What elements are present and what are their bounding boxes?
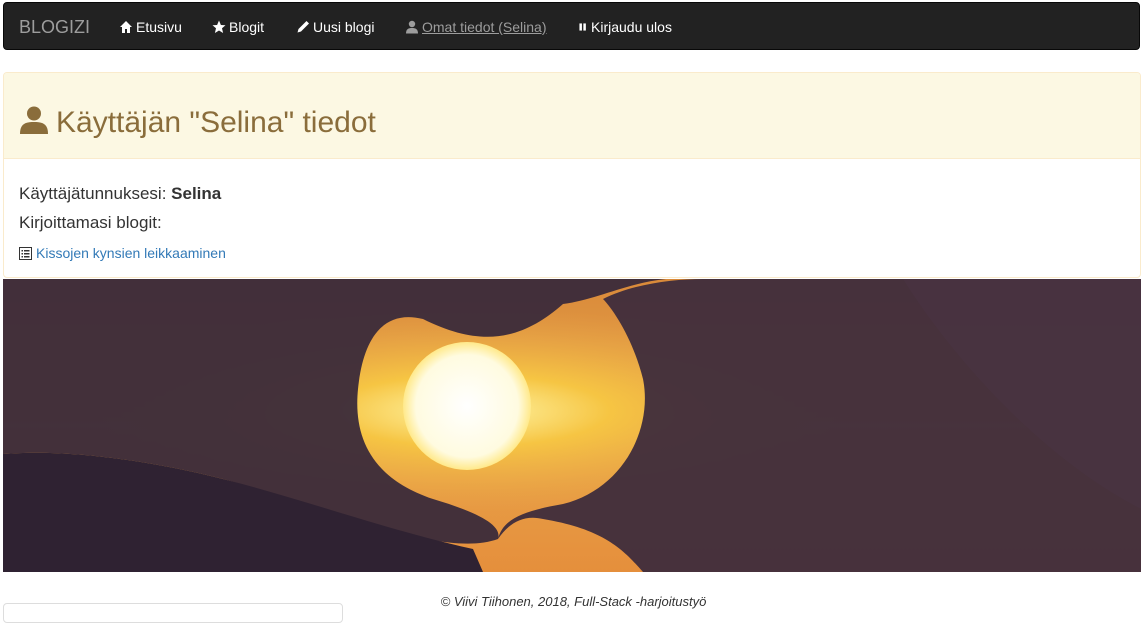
nav-label-blogit: Blogit bbox=[229, 19, 265, 35]
nav-item-blogit[interactable]: Blogit bbox=[212, 18, 264, 36]
nav-item-kirjaudu-ulos[interactable]: Kirjaudu ulos bbox=[578, 18, 672, 36]
blog-link-title: Kissojen kynsien leikkaaminen bbox=[36, 245, 226, 261]
nav-label-omat-tiedot: Omat tiedot (Selina) bbox=[422, 19, 547, 35]
nav-item-etusivu[interactable]: Etusivu bbox=[119, 18, 182, 36]
pause-icon bbox=[579, 23, 586, 31]
panel-heading: Käyttäjän "Selina" tiedot bbox=[4, 73, 1140, 159]
list-alt-icon bbox=[19, 247, 32, 260]
user-icon bbox=[20, 106, 48, 134]
username-line: Käyttäjätunnuksesi: Selina bbox=[19, 184, 221, 204]
page-title: Käyttäjän "Selina" tiedot bbox=[56, 106, 376, 139]
profile-panel: Käyttäjän "Selina" tiedot Käyttäjätunnuk… bbox=[3, 72, 1141, 278]
brand-link[interactable]: BLOGIZI bbox=[19, 17, 90, 37]
nav-label-kirjaudu-ulos: Kirjaudu ulos bbox=[591, 19, 672, 35]
hero-image bbox=[3, 279, 1141, 572]
nav-label-uusi-blogi: Uusi blogi bbox=[313, 19, 375, 35]
nav-item-uusi-blogi[interactable]: Uusi blogi bbox=[296, 18, 374, 36]
home-icon bbox=[120, 21, 132, 33]
star-icon bbox=[212, 20, 226, 33]
user-icon bbox=[406, 20, 418, 34]
blogs-label: Kirjoittamasi blogit: bbox=[19, 213, 162, 232]
navbar: BLOGIZI Etusivu Blogit Uusi blogi Omat t… bbox=[3, 2, 1140, 50]
blog-link[interactable]: Kissojen kynsien leikkaaminen bbox=[19, 245, 226, 262]
nav-label-etusivu: Etusivu bbox=[136, 19, 182, 35]
pencil-icon bbox=[297, 21, 309, 33]
sunset-heart-hands-image bbox=[3, 279, 1141, 572]
footer-copyright: © Viivi Tiihonen, 2018, Full-Stack -harj… bbox=[440, 594, 707, 609]
username-label: Käyttäjätunnuksesi: bbox=[19, 184, 167, 203]
username-value: Selina bbox=[171, 184, 222, 203]
nav-item-omat-tiedot[interactable]: Omat tiedot (Selina) bbox=[405, 18, 547, 36]
